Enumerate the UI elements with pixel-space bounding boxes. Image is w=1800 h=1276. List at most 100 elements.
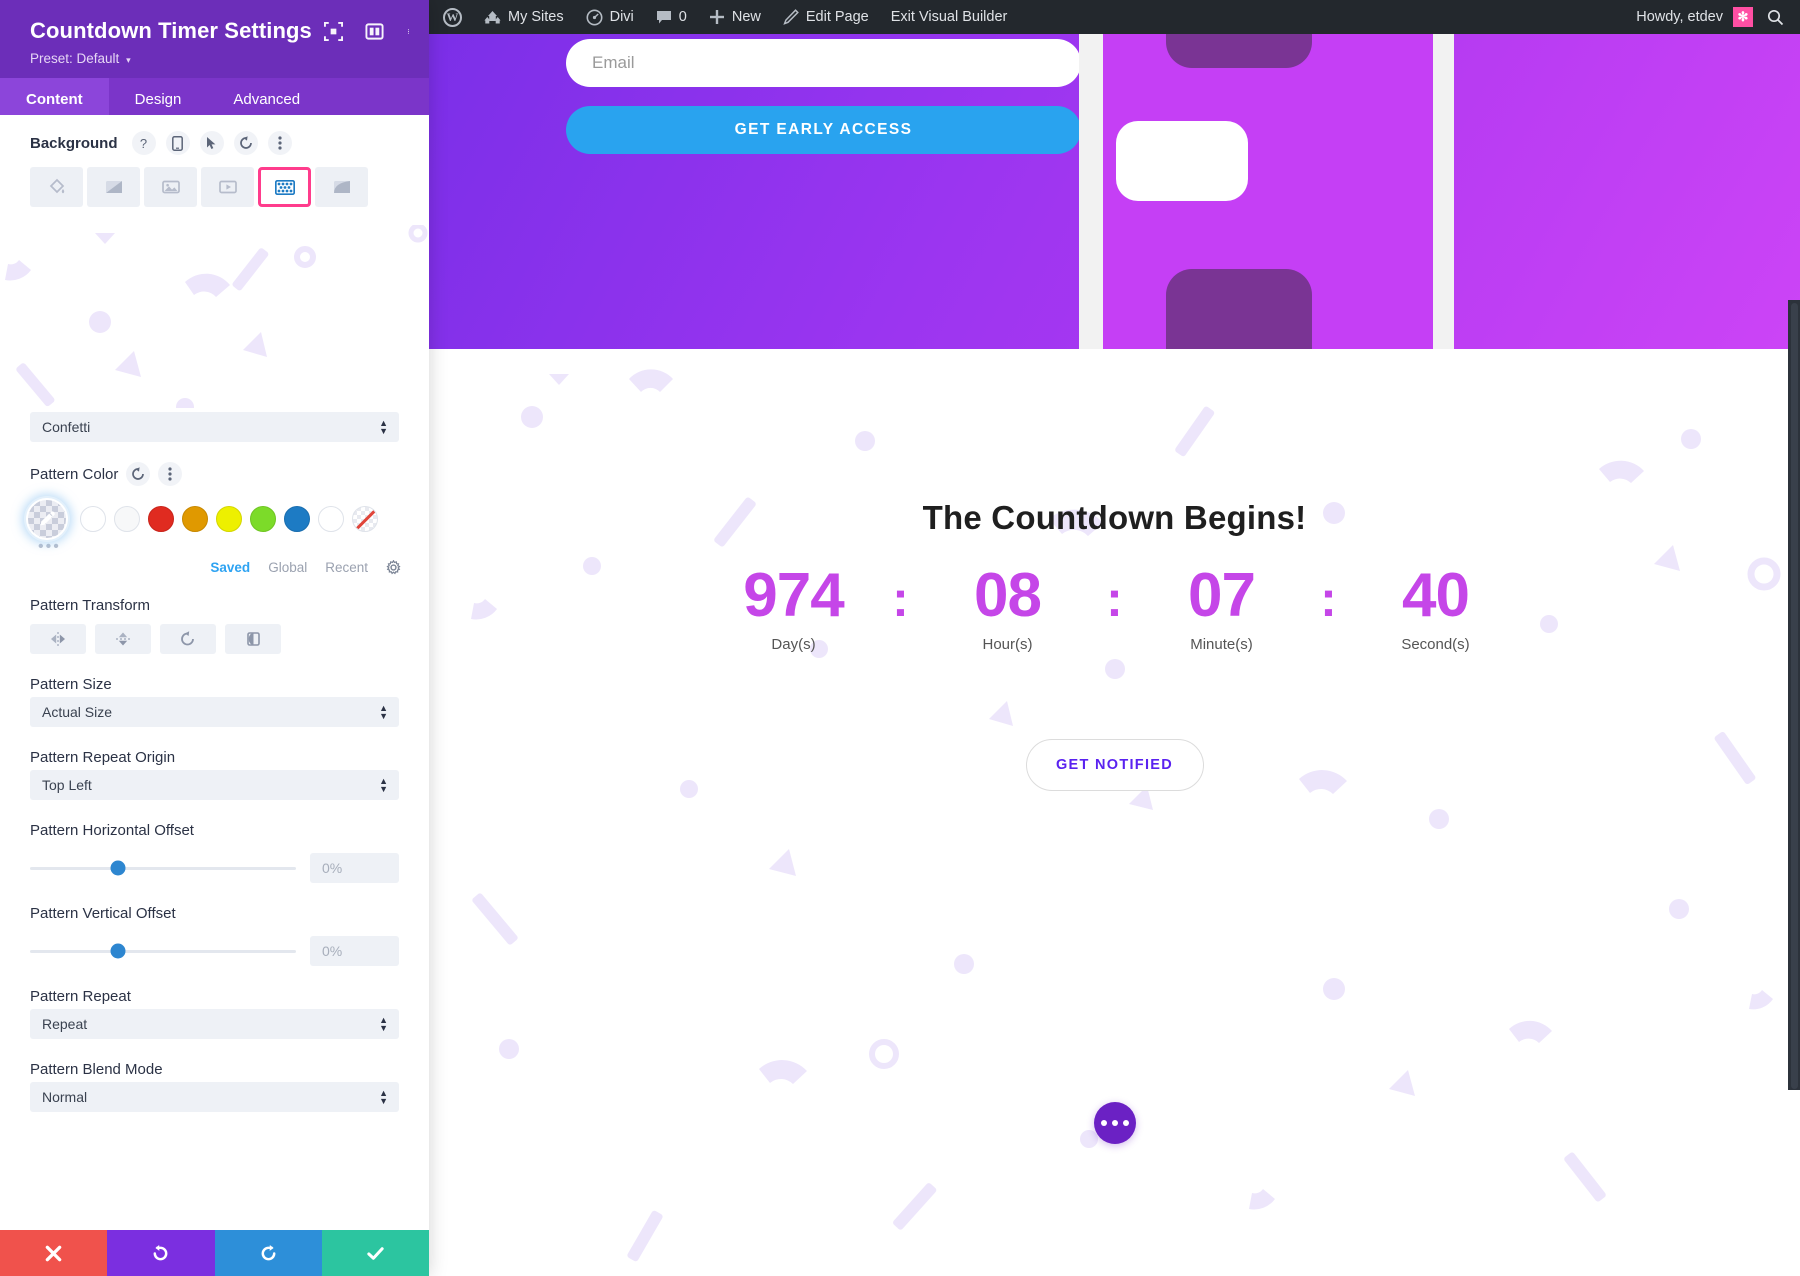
- divi-menu-fab[interactable]: [1093, 1102, 1136, 1144]
- preset-dropdown[interactable]: Preset: Default ▾: [30, 51, 409, 66]
- gear-icon[interactable]: [386, 560, 401, 575]
- admin-bar-edit-page[interactable]: Edit Page: [772, 0, 880, 34]
- swatch-white-3[interactable]: [318, 506, 344, 532]
- admin-bar-divi-label: Divi: [609, 9, 634, 25]
- rotate-icon[interactable]: [160, 624, 216, 654]
- swatch-red[interactable]: [148, 506, 174, 532]
- three-dots-icon-dot-3: [1122, 1120, 1129, 1126]
- countdown-days-label: Day(s): [771, 636, 816, 654]
- help-icon[interactable]: ?: [131, 131, 156, 155]
- visual-builder-canvas: Email GET EARLY ACCESS The Countdown Beg…: [429, 34, 1800, 1276]
- reset-icon[interactable]: [126, 462, 151, 486]
- admin-bar-new[interactable]: New: [698, 0, 772, 34]
- pattern-vertical-offset-input[interactable]: 0%: [310, 936, 399, 966]
- get-early-access-button[interactable]: GET EARLY ACCESS: [566, 106, 1081, 154]
- settings-panel-body: Background ? Confetti ▲ ▼ Pattern Color …: [0, 115, 429, 1276]
- background-type-image[interactable]: [144, 167, 197, 207]
- admin-bar-account-area[interactable]: Howdy, etdev ✻: [1636, 7, 1800, 27]
- vertical-dots-icon[interactable]: [158, 462, 183, 486]
- slider-knob[interactable]: [110, 860, 126, 876]
- color-tab-global[interactable]: Global: [268, 560, 307, 575]
- options-dots-icon[interactable]: [267, 131, 292, 155]
- color-tab-recent[interactable]: Recent: [325, 560, 368, 575]
- background-label: Background: [30, 134, 118, 152]
- admin-bar-exit-visual-builder[interactable]: Exit Visual Builder: [880, 0, 1019, 34]
- pattern-vertical-offset-slider[interactable]: [30, 943, 296, 959]
- phone-block-top: [1166, 34, 1312, 68]
- pattern-select-value: Confetti: [42, 419, 91, 435]
- hover-icon[interactable]: [199, 131, 224, 155]
- admin-bar-edit-page-label: Edit Page: [805, 9, 869, 25]
- pattern-repeat-select[interactable]: Repeat ▲ ▼: [30, 1009, 399, 1039]
- reset-icon[interactable]: [233, 131, 258, 155]
- eyedropper-icon: [40, 511, 55, 526]
- phone-white-card: [1116, 121, 1248, 201]
- countdown-minutes-value: 07: [1188, 561, 1256, 630]
- pattern-color-swatches: [0, 486, 429, 540]
- pattern-vertical-offset-block: Pattern Vertical Offset: [0, 905, 429, 922]
- pattern-repeat-block: Pattern Repeat Repeat ▲ ▼: [0, 988, 429, 1039]
- pattern-horizontal-offset-input[interactable]: 0%: [310, 853, 399, 883]
- pattern-repeat-origin-label: Pattern Repeat Origin: [30, 749, 176, 766]
- countdown-separator-3: :: [1320, 571, 1337, 627]
- undo-button[interactable]: [107, 1230, 215, 1276]
- swatch-none[interactable]: [352, 506, 378, 532]
- countdown-section: The Countdown Begins! 974 Day(s) : 08 Ho…: [429, 349, 1800, 1276]
- tab-design[interactable]: Design: [109, 78, 208, 120]
- background-type-pattern[interactable]: [258, 167, 311, 207]
- email-input[interactable]: Email: [566, 39, 1081, 87]
- swatch-white-1[interactable]: [80, 506, 106, 532]
- background-type-mask[interactable]: [315, 167, 368, 207]
- pattern-size-select[interactable]: Actual Size ▲ ▼: [30, 697, 399, 727]
- save-button[interactable]: [321, 1230, 429, 1276]
- color-tab-saved[interactable]: Saved: [210, 560, 250, 575]
- pattern-select[interactable]: Confetti ▲ ▼: [30, 412, 399, 442]
- three-dots-icon-dot-2: [1111, 1120, 1118, 1126]
- flip-vertical-icon[interactable]: [95, 624, 151, 654]
- pattern-transform-buttons: [0, 614, 429, 654]
- panel-layout-icon[interactable]: [365, 22, 384, 41]
- settings-panel-header: Countdown Timer Settings Preset: Default…: [0, 0, 429, 78]
- settings-scrollbar-thumb[interactable]: [1791, 303, 1798, 1089]
- swatch-green[interactable]: [250, 506, 276, 532]
- swatch-yellow[interactable]: [216, 506, 242, 532]
- focus-frame-icon[interactable]: [324, 22, 343, 41]
- pattern-blend-mode-value: Normal: [42, 1089, 88, 1105]
- pattern-blend-mode-block: Pattern Blend Mode Normal ▲ ▼: [0, 1061, 429, 1112]
- pattern-size-label: Pattern Size: [30, 676, 112, 693]
- eyedropper-picker-swatch[interactable]: [26, 498, 68, 540]
- admin-bar-comments[interactable]: 0: [645, 0, 698, 34]
- invert-icon[interactable]: [225, 624, 281, 654]
- tab-advanced[interactable]: Advanced: [207, 78, 326, 120]
- pencil-icon: [783, 9, 799, 25]
- check-icon: [367, 1246, 384, 1260]
- background-type-color-fill[interactable]: [30, 167, 83, 207]
- admin-bar-divi[interactable]: Divi: [575, 0, 645, 34]
- hero-left-column: Email GET EARLY ACCESS: [429, 34, 1149, 349]
- swatch-blue[interactable]: [284, 506, 310, 532]
- more-swatches-dots[interactable]: •••: [0, 539, 429, 555]
- background-type-gradient[interactable]: [87, 167, 140, 207]
- redo-button[interactable]: [214, 1230, 322, 1276]
- three-dots-icon-dot-1: [1100, 1120, 1107, 1126]
- background-type-video[interactable]: [201, 167, 254, 207]
- wp-logo-button[interactable]: W: [429, 0, 473, 34]
- flip-horizontal-icon[interactable]: [30, 624, 86, 654]
- countdown-unit-seconds: 40 Second(s): [1351, 564, 1521, 653]
- pattern-size-block: Pattern Size Actual Size ▲ ▼: [0, 676, 429, 727]
- slider-knob[interactable]: [110, 943, 126, 959]
- countdown-minutes-label: Minute(s): [1190, 636, 1253, 654]
- pattern-horizontal-offset-slider[interactable]: [30, 860, 296, 876]
- tab-content[interactable]: Content: [0, 78, 109, 120]
- pattern-repeat-value: Repeat: [42, 1016, 88, 1032]
- swatch-white-2[interactable]: [114, 506, 140, 532]
- vertical-dots-icon[interactable]: [406, 22, 411, 41]
- cancel-button[interactable]: [0, 1230, 108, 1276]
- responsive-icon[interactable]: [165, 131, 190, 155]
- swatch-orange[interactable]: [182, 506, 208, 532]
- search-icon[interactable]: [1767, 9, 1784, 26]
- pattern-blend-mode-select[interactable]: Normal ▲ ▼: [30, 1082, 399, 1112]
- admin-bar-my-sites[interactable]: My Sites: [473, 0, 575, 34]
- pattern-repeat-origin-select[interactable]: Top Left ▲ ▼: [30, 770, 399, 800]
- get-notified-button[interactable]: GET NOTIFIED: [1025, 739, 1204, 791]
